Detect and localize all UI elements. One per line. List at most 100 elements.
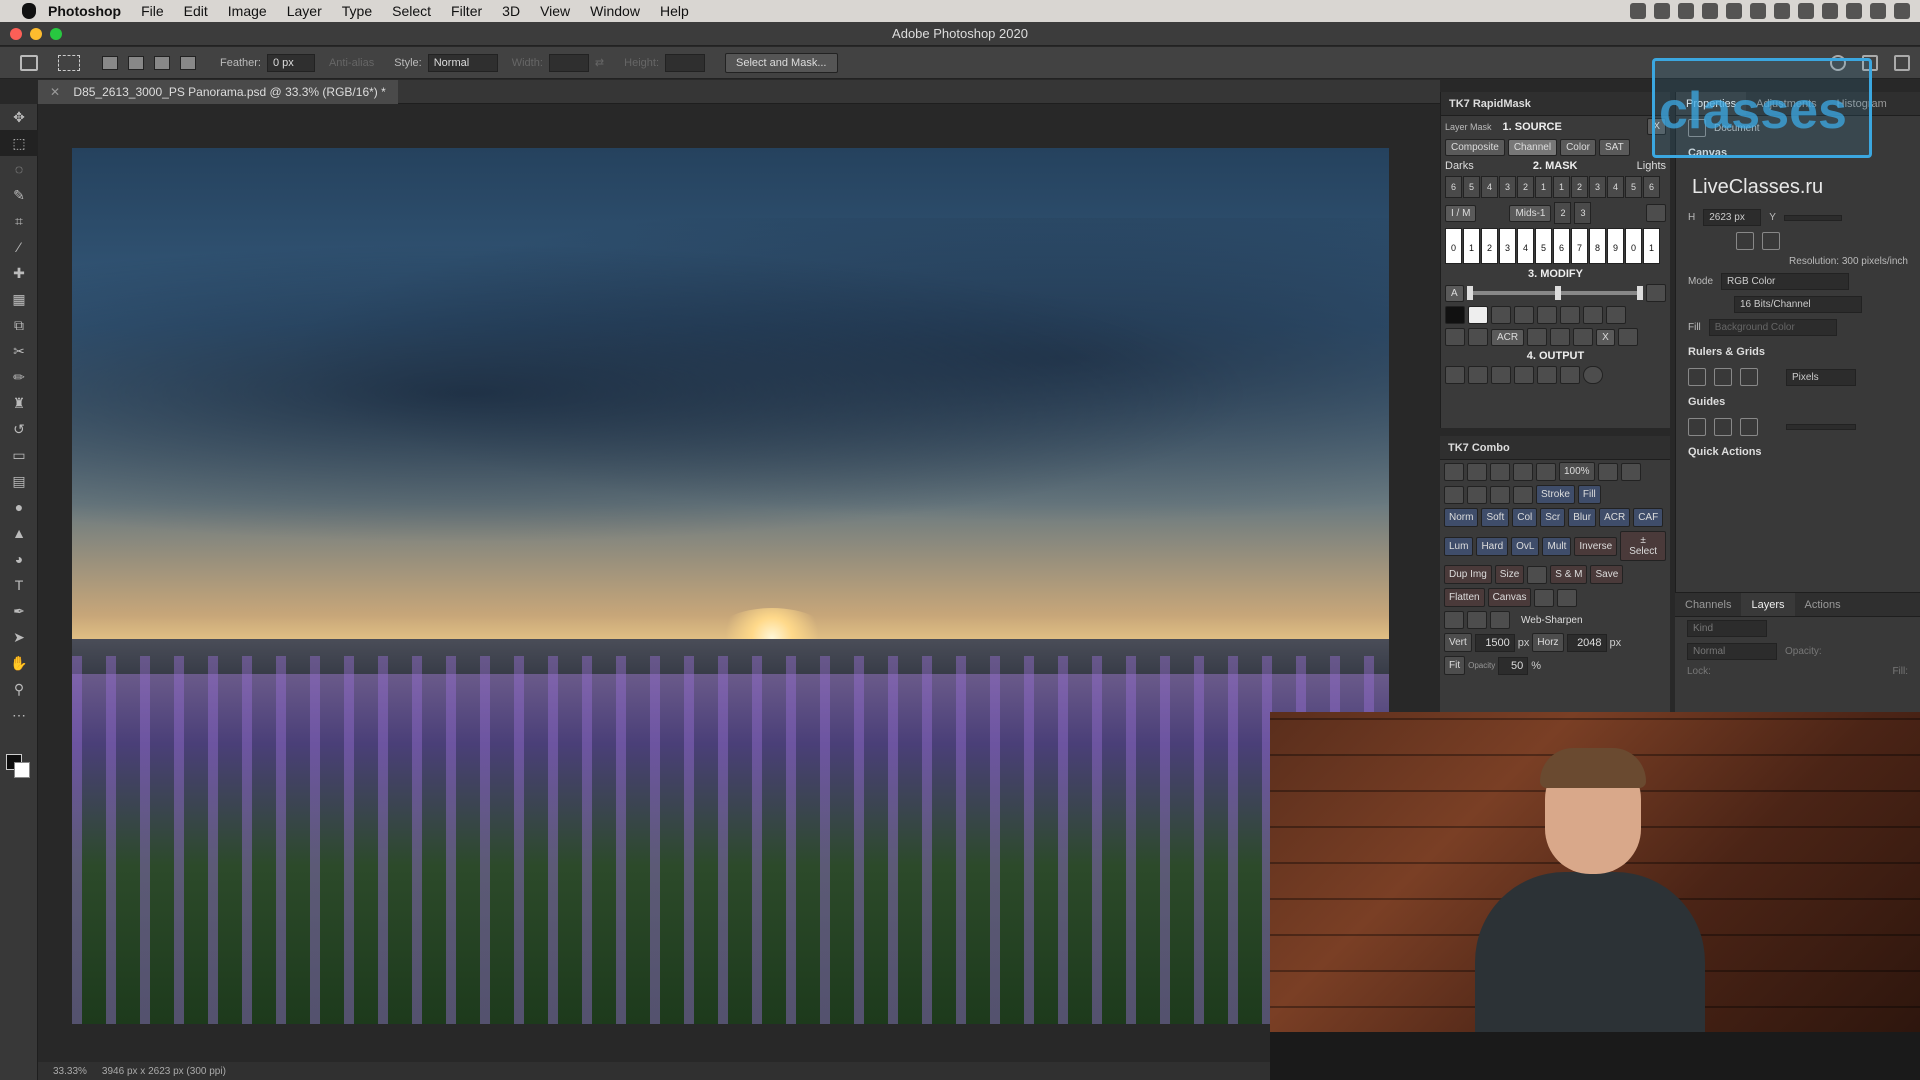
brush-green-icon[interactable] <box>1490 485 1510 504</box>
source-channel-button[interactable]: Channel <box>1507 139 1558 156</box>
dark-2-button[interactable]: 2 <box>1517 176 1534 198</box>
menu-edit[interactable]: Edit <box>184 3 208 19</box>
menu-view[interactable]: View <box>540 3 570 19</box>
selection-icon[interactable] <box>1491 366 1511 384</box>
s-and-m-button[interactable]: S & M <box>1550 565 1588 584</box>
content-aware-move-icon[interactable]: ⧉ <box>0 312 38 338</box>
volume-icon[interactable] <box>1798 3 1814 19</box>
edit-icon[interactable] <box>1490 611 1510 629</box>
blur-button[interactable]: Blur <box>1568 508 1597 527</box>
panorama-photo[interactable] <box>72 148 1389 1024</box>
pin-icon[interactable] <box>1550 328 1571 346</box>
menu-help[interactable]: Help <box>660 3 689 19</box>
mode-select[interactable]: RGB Color <box>1721 273 1850 290</box>
fill-button[interactable]: Fill <box>1577 485 1601 504</box>
clone-stamp-tool-icon[interactable]: ♜ <box>0 390 38 416</box>
type-tool-icon[interactable]: T <box>0 572 38 598</box>
zoom-window-icon[interactable] <box>50 28 62 40</box>
background-color-swatch[interactable] <box>14 762 30 778</box>
grid-icon[interactable] <box>1714 368 1732 386</box>
horz-input[interactable]: 2048 <box>1566 633 1607 652</box>
dup-img-button[interactable]: Dup Img <box>1444 565 1492 584</box>
menu-layer[interactable]: Layer <box>287 3 322 19</box>
home-icon[interactable] <box>20 54 38 71</box>
eyedropper-icon[interactable] <box>1646 204 1666 222</box>
brush-white-icon[interactable] <box>1467 485 1487 504</box>
menu-filter[interactable]: Filter <box>451 3 482 19</box>
drop-icon[interactable] <box>1573 328 1594 346</box>
half-circle-icon[interactable] <box>1513 462 1533 481</box>
quick-actions-section[interactable]: Quick Actions <box>1676 439 1920 465</box>
light-4-button[interactable]: 4 <box>1607 176 1624 198</box>
black-fill-icon[interactable] <box>1445 306 1465 324</box>
path-select-tool-icon[interactable]: ➤ <box>0 624 38 650</box>
reset-icon[interactable] <box>1646 284 1666 302</box>
close-window-icon[interactable] <box>10 28 22 40</box>
open-folder-icon[interactable] <box>1444 462 1464 481</box>
marquee-tool-icon[interactable]: ⬚ <box>0 130 38 156</box>
tab-channels[interactable]: Channels <box>1675 593 1741 616</box>
canvas-height-input[interactable]: 2623 px <box>1703 209 1762 226</box>
expand-icon[interactable] <box>1527 328 1548 346</box>
menu-image[interactable]: Image <box>228 3 267 19</box>
eyedropper-tool-icon[interactable]: ⁄ <box>0 234 38 260</box>
light-1-button[interactable]: 1 <box>1553 176 1570 198</box>
document-info[interactable]: 3946 px x 2623 px (300 ppi) <box>102 1066 226 1077</box>
gear-icon[interactable] <box>1467 611 1487 629</box>
dark-3-button[interactable]: 3 <box>1499 176 1516 198</box>
zoom-tool-icon[interactable]: ⚲ <box>0 676 38 702</box>
dark-5-button[interactable]: 5 <box>1463 176 1480 198</box>
new-doc-icon[interactable] <box>1467 462 1487 481</box>
stroke-button[interactable]: Stroke <box>1536 485 1575 504</box>
menu-app-name[interactable]: Photoshop <box>48 3 121 19</box>
hand-tool-icon[interactable]: ✋ <box>0 650 38 676</box>
zone-1-slider[interactable]: 1 <box>1463 228 1480 264</box>
lasso-tool-icon[interactable]: ◌ <box>0 156 38 182</box>
guide-icon[interactable] <box>1688 418 1706 436</box>
invert-mask-button[interactable]: I / M <box>1445 204 1477 222</box>
record-icon[interactable] <box>1630 3 1646 19</box>
size-button[interactable]: Size <box>1494 565 1525 584</box>
zone-10-slider[interactable]: 0 <box>1625 228 1642 264</box>
zone-6-slider[interactable]: 6 <box>1553 228 1570 264</box>
layer-blend-mode[interactable]: Normal <box>1687 643 1777 660</box>
ruler-icon[interactable] <box>1688 368 1706 386</box>
new-guide-icon[interactable] <box>1714 418 1732 436</box>
mids-1-button[interactable]: Mids-1 <box>1509 204 1552 222</box>
source-sat-button[interactable]: SAT <box>1598 139 1630 156</box>
save-icon[interactable] <box>1537 366 1557 384</box>
blend-lum-button[interactable]: Lum <box>1444 536 1474 556</box>
circle-mask-icon[interactable] <box>1490 462 1510 481</box>
plus-icon[interactable] <box>1583 306 1603 324</box>
blur-tool-icon[interactable]: ● <box>0 494 38 520</box>
move-tool-icon[interactable]: ✥ <box>0 104 38 130</box>
pen-tool-icon[interactable]: ✒ <box>0 598 38 624</box>
battery-icon[interactable] <box>1750 3 1766 19</box>
dodge-tool-icon[interactable]: ▲ <box>0 520 38 546</box>
burn-tool-icon[interactable]: ◕ <box>0 546 38 572</box>
red-eye-tool-icon[interactable]: ✂ <box>0 338 38 364</box>
light-6-button[interactable]: 6 <box>1643 176 1660 198</box>
layer-mask-checkbox[interactable]: Layer Mask <box>1445 122 1492 132</box>
dark-4-button[interactable]: 4 <box>1481 176 1498 198</box>
brush-tool-icon[interactable]: ✏ <box>0 364 38 390</box>
zoom-100-button[interactable]: 100% <box>1559 462 1595 481</box>
modify-acr-button[interactable]: ACR <box>1491 328 1525 346</box>
white-fill-icon[interactable] <box>1468 306 1488 324</box>
horz-button[interactable]: Horz <box>1532 633 1564 652</box>
opacity-input[interactable]: 50 <box>1498 656 1529 675</box>
height-input[interactable] <box>665 53 705 72</box>
zone-2-slider[interactable]: 2 <box>1481 228 1498 264</box>
brush-gray-icon[interactable] <box>1513 485 1533 504</box>
zone-4-slider[interactable]: 4 <box>1517 228 1534 264</box>
magnify-icon[interactable] <box>1468 328 1488 346</box>
patch-tool-icon[interactable]: ▦ <box>0 286 38 312</box>
creative-cloud-icon[interactable] <box>1702 3 1718 19</box>
tab-actions[interactable]: Actions <box>1795 593 1851 616</box>
layer-kind-filter[interactable]: Kind <box>1687 620 1767 637</box>
zone-7-slider[interactable]: 7 <box>1571 228 1588 264</box>
flatten-button[interactable]: Flatten <box>1444 588 1485 607</box>
zoom-level[interactable]: 33.33% <box>53 1066 87 1077</box>
minimize-window-icon[interactable] <box>30 28 42 40</box>
acr-button[interactable]: ACR <box>1599 508 1631 527</box>
